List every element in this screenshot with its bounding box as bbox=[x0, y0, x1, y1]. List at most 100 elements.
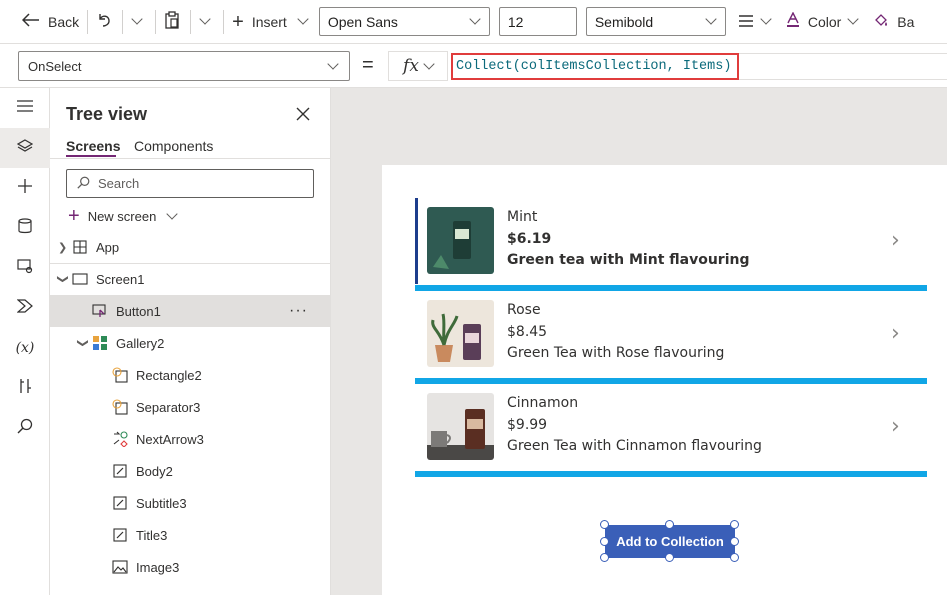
resize-handle[interactable] bbox=[730, 537, 739, 546]
icon-control-icon bbox=[112, 431, 128, 447]
product-image bbox=[427, 393, 494, 460]
fx-button[interactable]: fx bbox=[388, 51, 448, 81]
tree-node-body2[interactable]: Body2 bbox=[50, 455, 330, 487]
item-price: $9.99 bbox=[507, 417, 548, 433]
undo-button[interactable] bbox=[96, 0, 112, 43]
insert-label: Insert bbox=[251, 13, 287, 30]
tree-node-separator3[interactable]: Separator3 bbox=[50, 391, 330, 423]
label-control-icon bbox=[112, 495, 128, 511]
tree-node-label: Button1 bbox=[116, 303, 161, 319]
resize-handle[interactable] bbox=[600, 537, 609, 546]
divider bbox=[50, 158, 330, 159]
product-image bbox=[427, 207, 494, 274]
resize-handle[interactable] bbox=[730, 520, 739, 529]
image-control-icon bbox=[112, 559, 128, 575]
resize-handle[interactable] bbox=[730, 553, 739, 562]
screen-icon bbox=[72, 271, 88, 287]
undo-menu-chevron[interactable] bbox=[131, 0, 143, 43]
paste-icon bbox=[164, 11, 180, 32]
advanced-tools-button[interactable] bbox=[0, 368, 50, 408]
font-weight-select[interactable]: Semibold bbox=[585, 7, 726, 36]
insert-rail-button[interactable] bbox=[0, 168, 50, 208]
tree-node-label: Image3 bbox=[136, 559, 180, 575]
formula-input-area[interactable] bbox=[739, 53, 947, 80]
next-arrow-icon[interactable]: › bbox=[891, 321, 900, 346]
shape-icon bbox=[112, 367, 128, 383]
font-color-icon bbox=[786, 11, 800, 31]
align-button[interactable] bbox=[738, 0, 772, 43]
tab-screens[interactable]: Screens bbox=[66, 138, 120, 154]
back-button[interactable]: Back bbox=[21, 0, 79, 43]
tree-node-nextarrow3[interactable]: NextArrow3 bbox=[50, 423, 330, 455]
color-button[interactable]: Color bbox=[786, 0, 859, 43]
tree-node-button1[interactable]: Button1 ··· bbox=[50, 295, 330, 327]
formula-input[interactable]: Collect(colItemsCollection, Items) bbox=[451, 53, 739, 80]
hamburger-menu-button[interactable] bbox=[0, 88, 50, 128]
label-control-icon bbox=[112, 527, 128, 543]
item-description: Green tea with Mint flavouring bbox=[507, 252, 750, 268]
insert-button[interactable]: + Insert bbox=[232, 0, 309, 43]
item-price: $8.45 bbox=[507, 324, 548, 340]
tree-node-subtitle3[interactable]: Subtitle3 bbox=[50, 487, 330, 519]
toolbar-divider bbox=[190, 9, 192, 34]
tree-node-image3[interactable]: Image3 bbox=[50, 551, 330, 583]
next-arrow-icon[interactable]: › bbox=[891, 414, 900, 439]
app-icon bbox=[72, 239, 88, 255]
resize-handle[interactable] bbox=[600, 520, 609, 529]
new-screen-button[interactable]: + New screen bbox=[68, 206, 178, 226]
resize-handle[interactable] bbox=[600, 553, 609, 562]
tab-components[interactable]: Components bbox=[134, 138, 213, 154]
property-select[interactable]: OnSelect bbox=[18, 51, 350, 81]
paste-button[interactable] bbox=[164, 0, 180, 43]
item-title: Rose bbox=[507, 302, 541, 318]
active-tab-indicator bbox=[66, 155, 116, 157]
tools-icon bbox=[18, 378, 32, 399]
media-button[interactable] bbox=[0, 248, 50, 288]
tree-node-label: Body2 bbox=[136, 463, 173, 479]
gallery-item[interactable]: Mint $6.19 Green tea with Mint flavourin… bbox=[415, 198, 927, 291]
shape-icon bbox=[112, 399, 128, 415]
next-arrow-icon[interactable]: › bbox=[891, 228, 900, 253]
gallery-item[interactable]: Cinnamon $9.99 Green Tea with Cinnamon f… bbox=[415, 384, 927, 477]
paste-menu-chevron[interactable] bbox=[199, 0, 211, 43]
close-button[interactable] bbox=[296, 104, 310, 127]
tree-node-screen1[interactable]: ❯ Screen1 bbox=[50, 263, 330, 295]
font-family-value: Open Sans bbox=[327, 13, 398, 30]
tree-node-rectangle2[interactable]: Rectangle2 bbox=[50, 359, 330, 391]
back-arrow-icon bbox=[21, 13, 40, 30]
more-options-icon[interactable]: ··· bbox=[289, 302, 308, 320]
resize-handle[interactable] bbox=[665, 553, 674, 562]
tree-node-title3[interactable]: Title3 bbox=[50, 519, 330, 551]
tree-node-gallery2[interactable]: ❯ Gallery2 bbox=[50, 327, 330, 359]
chevron-down-icon bbox=[705, 13, 717, 25]
tree-node-label: Gallery2 bbox=[116, 335, 165, 351]
tree-node-label: Subtitle3 bbox=[136, 495, 187, 511]
gallery-item[interactable]: Rose $8.45 Green Tea with Rose flavourin… bbox=[415, 291, 927, 384]
chevron-down-icon bbox=[469, 13, 481, 25]
toolbar-divider bbox=[223, 9, 225, 34]
plus-icon: + bbox=[232, 10, 244, 33]
fill-button[interactable]: Ba bbox=[873, 0, 914, 43]
variables-button[interactable]: (x) bbox=[0, 328, 50, 368]
chevron-down-icon bbox=[199, 13, 211, 25]
data-button[interactable] bbox=[0, 208, 50, 248]
media-icon bbox=[17, 258, 33, 279]
fx-icon: fx bbox=[403, 56, 419, 76]
tree-view-button[interactable] bbox=[0, 128, 50, 168]
chevron-down-icon bbox=[760, 13, 772, 25]
chevron-down-icon: ❯ bbox=[56, 274, 69, 284]
chevron-down-icon bbox=[297, 13, 309, 25]
search-input[interactable]: Search bbox=[66, 169, 314, 198]
chevron-down-icon bbox=[327, 57, 339, 70]
resize-handle[interactable] bbox=[665, 520, 674, 529]
search-rail-button[interactable] bbox=[0, 408, 50, 448]
layers-icon bbox=[16, 138, 34, 159]
font-family-select[interactable]: Open Sans bbox=[318, 7, 490, 36]
font-size-input[interactable]: 12 bbox=[498, 7, 577, 36]
label-control-icon bbox=[112, 463, 128, 479]
chevron-down-icon bbox=[131, 13, 143, 25]
chevron-down-icon: ❯ bbox=[76, 338, 89, 348]
close-icon bbox=[296, 104, 310, 126]
tree-node-app[interactable]: ❯ App bbox=[50, 231, 330, 263]
power-automate-button[interactable] bbox=[0, 288, 50, 328]
